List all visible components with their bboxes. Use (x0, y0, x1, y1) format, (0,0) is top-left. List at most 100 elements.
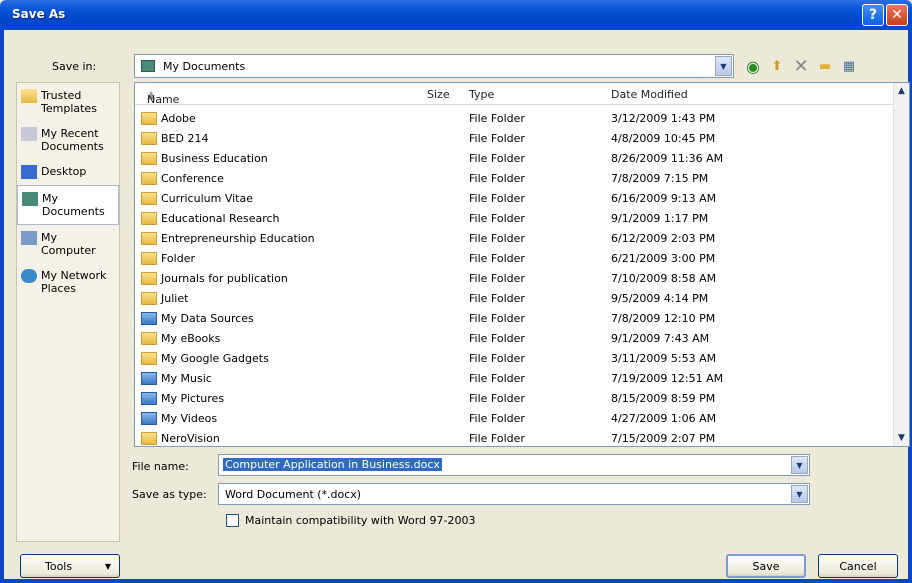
place-label: My Computer (41, 231, 96, 257)
file-name: Juliet (161, 292, 189, 305)
window-title: Save As (12, 7, 66, 21)
file-date: 6/12/2009 2:03 PM (611, 232, 716, 245)
file-date: 7/8/2009 12:10 PM (611, 312, 716, 325)
place-label: My Recent Documents (41, 127, 104, 153)
computer-icon (21, 231, 37, 245)
tools-label: Tools (45, 559, 73, 573)
file-name: My Google Gadgets (161, 352, 269, 365)
tools-button[interactable]: Tools ▼ (20, 554, 120, 578)
column-name[interactable]: Name ▲ (147, 88, 179, 106)
scroll-up-icon[interactable]: ▲ (894, 83, 909, 99)
file-list[interactable]: Name ▲ Size Type Date Modified Adobe File… (134, 82, 910, 447)
file-row[interactable]: BED 214 File Folder 4/8/2009 10:45 PM (135, 129, 895, 149)
special-folder-icon (141, 372, 157, 385)
chevron-down-icon[interactable]: ▼ (791, 485, 808, 503)
file-type: File Folder (469, 132, 525, 145)
file-type: File Folder (469, 352, 525, 365)
file-date: 8/15/2009 8:59 PM (611, 392, 716, 405)
file-type: File Folder (469, 112, 525, 125)
place-trusted-templates[interactable]: Trusted Templates (17, 83, 119, 121)
chevron-down-icon[interactable]: ▼ (715, 56, 732, 76)
new-folder-icon[interactable]: ▬ (816, 57, 834, 75)
file-row[interactable]: Business Education File Folder 8/26/2009 1… (135, 149, 895, 169)
close-button[interactable]: ✕ (886, 4, 908, 26)
my-documents-icon (141, 60, 155, 72)
compatibility-label: Maintain compatibility with Word 97-2003 (245, 514, 476, 527)
back-icon[interactable]: ◉ (744, 57, 762, 76)
column-date-modified[interactable]: Date Modified (611, 88, 688, 101)
place-desktop[interactable]: Desktop (17, 159, 119, 185)
place-my-documents[interactable]: My Documents (17, 185, 119, 225)
special-folder-icon (141, 412, 157, 425)
column-size[interactable]: Size (427, 88, 450, 101)
folder-icon (141, 112, 157, 125)
compatibility-option[interactable]: Maintain compatibility with Word 97-2003 (226, 514, 475, 527)
file-date: 4/8/2009 10:45 PM (611, 132, 716, 145)
file-date: 3/11/2009 5:53 AM (611, 352, 717, 365)
place-label: Desktop (41, 165, 87, 178)
file-row[interactable]: My Pictures File Folder 8/15/2009 8:59 PM (135, 389, 895, 409)
folder-icon (141, 232, 157, 245)
delete-icon[interactable]: ✕ (792, 56, 810, 77)
file-date: 6/21/2009 3:00 PM (611, 252, 716, 265)
scroll-down-icon[interactable]: ▼ (894, 430, 909, 446)
folder-icon (141, 432, 157, 445)
file-row[interactable]: Folder File Folder 6/21/2009 3:00 PM (135, 249, 895, 269)
help-button[interactable]: ? (862, 4, 884, 26)
place-my-network-places[interactable]: My Network Places (17, 263, 119, 301)
folder-icon (141, 132, 157, 145)
file-type: File Folder (469, 212, 525, 225)
special-folder-icon (141, 312, 157, 325)
my-documents-icon (22, 192, 38, 206)
file-name: Journals for publication (161, 272, 288, 285)
file-type: File Folder (469, 172, 525, 185)
folder-icon (141, 172, 157, 185)
save-as-type-label: Save as type: (132, 488, 207, 501)
file-row[interactable]: My Videos File Folder 4/27/2009 1:06 AM (135, 409, 895, 429)
file-type: File Folder (469, 232, 525, 245)
file-row[interactable]: Educational Research File Folder 9/1/2009 … (135, 209, 895, 229)
file-row[interactable]: NeroVision File Folder 7/15/2009 2:07 PM (135, 429, 895, 446)
folder-icon (141, 292, 157, 305)
chevron-down-icon[interactable]: ▼ (791, 456, 808, 474)
file-type: File Folder (469, 332, 525, 345)
file-type: File Folder (469, 392, 525, 405)
file-row[interactable]: Adobe File Folder 3/12/2009 1:43 PM (135, 109, 895, 129)
file-row[interactable]: Curriculum Vitae File Folder 6/16/2009 9:1… (135, 189, 895, 209)
file-type: File Folder (469, 252, 525, 265)
file-date: 7/8/2009 7:15 PM (611, 172, 709, 185)
save-button[interactable]: Save (726, 554, 806, 578)
file-row[interactable]: My Google Gadgets File Folder 3/11/2009 5:… (135, 349, 895, 369)
place-my-computer[interactable]: My Computer (17, 225, 119, 263)
up-folder-icon[interactable]: ⬆ (768, 57, 786, 75)
file-row[interactable]: Entrepreneurship Education File Folder 6/1… (135, 229, 895, 249)
network-icon (21, 269, 37, 283)
file-date: 3/12/2009 1:43 PM (611, 112, 716, 125)
file-row[interactable]: My Data Sources File Folder 7/8/2009 12:10… (135, 309, 895, 329)
file-name-input[interactable]: Computer Application in Business.docx ▼ (218, 454, 810, 476)
desktop-icon (21, 165, 37, 179)
save-as-type-dropdown[interactable]: Word Document (*.docx) ▼ (218, 483, 810, 505)
file-date: 8/26/2009 11:36 AM (611, 152, 724, 165)
file-name-label: File name: (132, 460, 189, 473)
file-row[interactable]: Journals for publication File Folder 7/10/… (135, 269, 895, 289)
file-type: File Folder (469, 192, 525, 205)
column-type[interactable]: Type (469, 88, 494, 101)
compatibility-checkbox[interactable] (226, 514, 239, 527)
vertical-scrollbar[interactable]: ▲ ▼ (893, 83, 909, 446)
file-name: My eBooks (161, 332, 221, 345)
file-row[interactable]: Conference File Folder 7/8/2009 7:15 PM (135, 169, 895, 189)
views-icon[interactable]: ▦ (840, 57, 858, 75)
folder-icon (21, 89, 37, 103)
save-in-dropdown[interactable]: My Documents ▼ (134, 54, 734, 78)
folder-icon (141, 212, 157, 225)
save-as-type-value: Word Document (*.docx) (225, 488, 362, 501)
file-name: Educational Research (161, 212, 280, 225)
place-my-recent-documents[interactable]: My Recent Documents (17, 121, 119, 159)
file-name-value: Computer Application in Business.docx (223, 458, 442, 471)
file-name: My Music (161, 372, 212, 385)
cancel-button[interactable]: Cancel (818, 554, 898, 578)
file-row[interactable]: My Music File Folder 7/19/2009 12:51 AM (135, 369, 895, 389)
file-row[interactable]: My eBooks File Folder 9/1/2009 7:43 AM (135, 329, 895, 349)
file-row[interactable]: Juliet File Folder 9/5/2009 4:14 PM (135, 289, 895, 309)
